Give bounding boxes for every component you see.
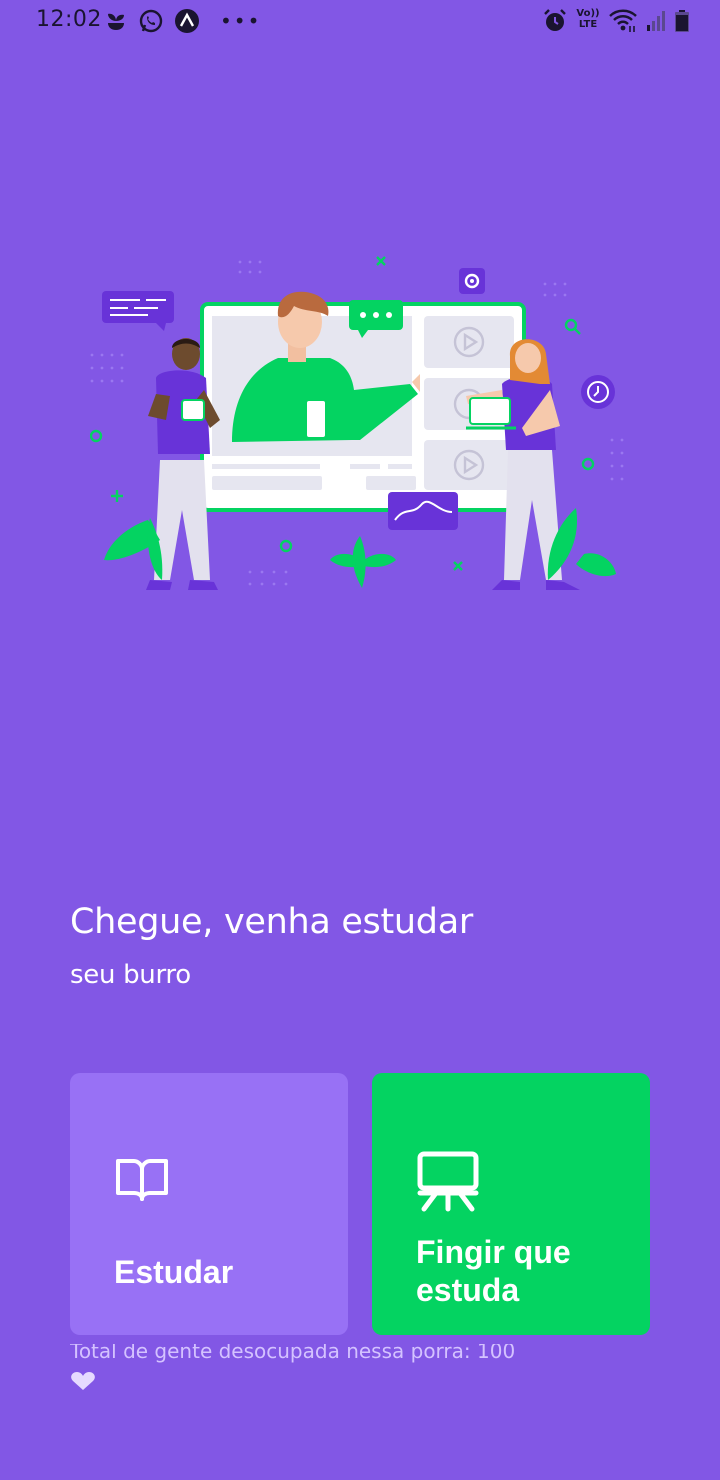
book-open-icon [116,1159,168,1201]
message-bubble [102,291,174,331]
status-bar: 12:02 ••• Vo)) LTE [0,0,720,42]
status-left-icons: ••• [104,8,261,34]
page-subtitle: seu burro [70,960,191,990]
presentation-icon [417,1151,479,1212]
study-button[interactable]: Estudar [70,1073,348,1335]
volte-label-bottom: LTE [578,19,598,30]
plant-icon [108,13,124,30]
heart-icon [71,1372,95,1390]
overflow-icon: ••• [220,9,262,33]
whatsapp-icon [139,9,163,33]
gear-icon [459,268,485,294]
alarm-icon [544,9,566,31]
connections-count: Total de gente desocupada nessa porra: 1… [70,1344,515,1366]
volte-label-top: Vo)) [576,8,600,19]
status-right-icons: Vo)) LTE [542,8,690,34]
connections-count-text: Total de gente desocupada nessa porra: 1… [70,1344,516,1363]
status-time: 12:02 [36,7,102,32]
page-title: Chegue, venha estudar [70,902,473,942]
study-button-label: Estudar [114,1254,234,1290]
battery-icon [675,10,689,32]
expo-icon [175,9,199,33]
chart-card [388,492,458,530]
clock-icon [581,375,615,409]
pretend-study-button-label: Fingir que estuda [416,1234,571,1308]
pretend-study-button[interactable]: Fingir que estuda [372,1073,650,1335]
signal-icon [647,11,665,31]
wifi-icon [609,9,637,32]
hero-illustration [90,256,624,590]
volte-icon: Vo)) LTE [576,8,600,34]
